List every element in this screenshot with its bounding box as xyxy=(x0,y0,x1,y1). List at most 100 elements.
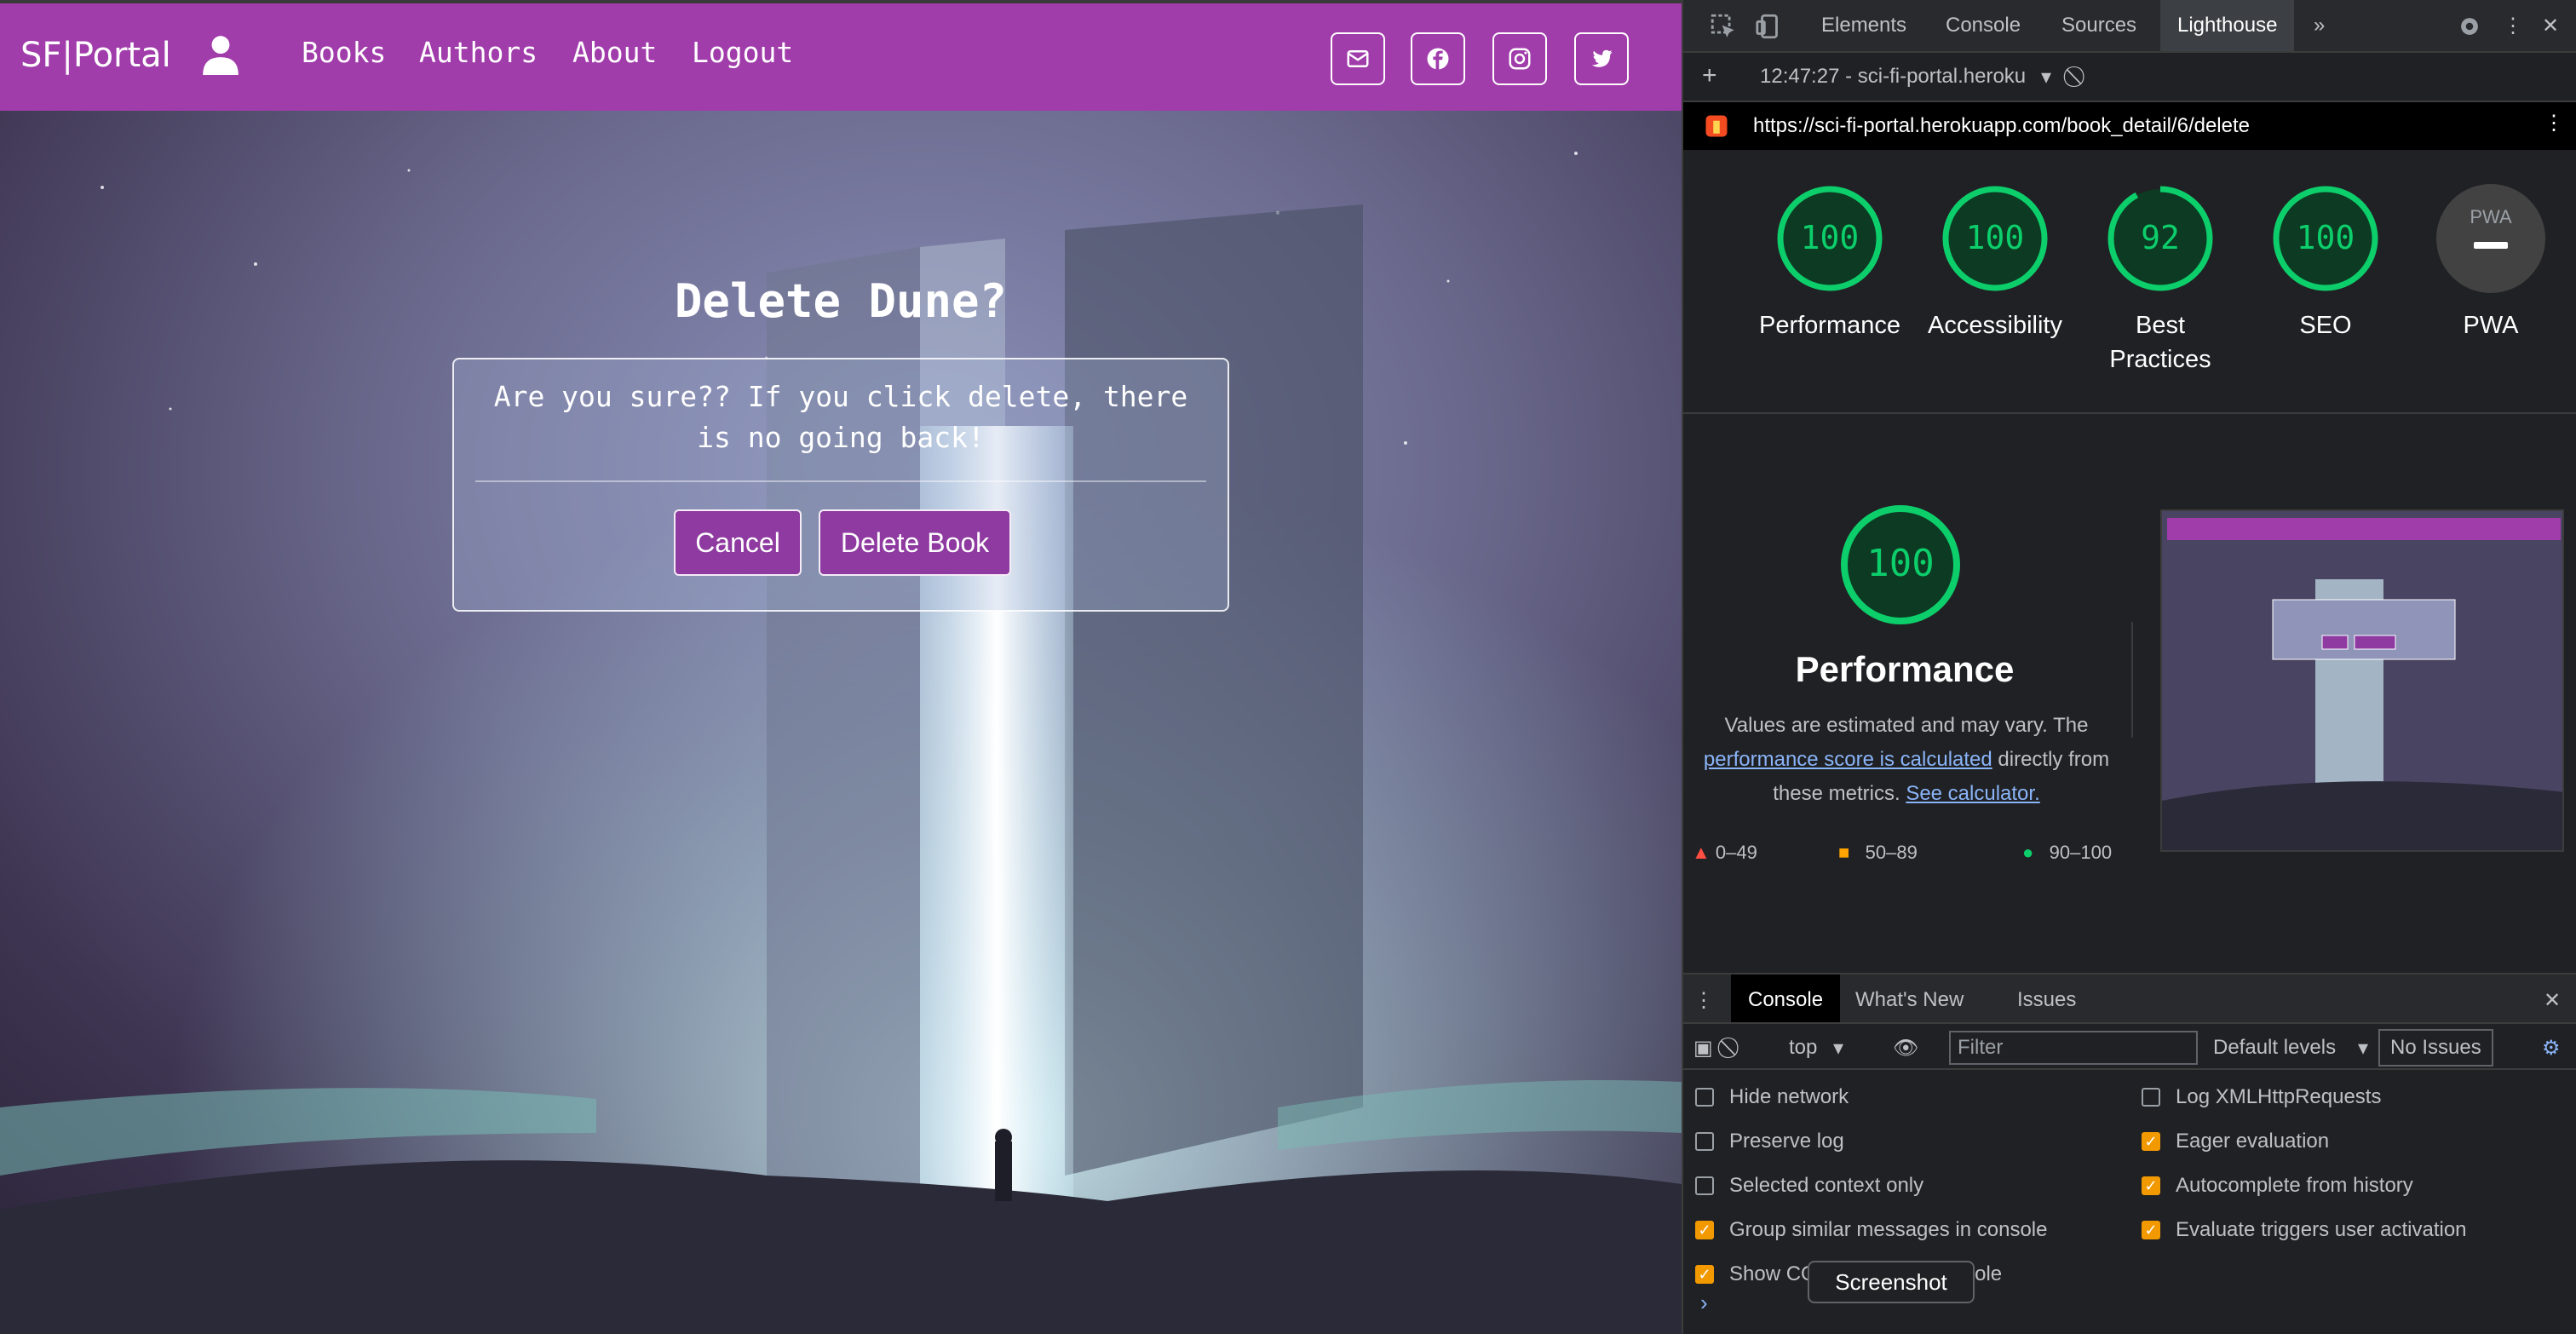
more-options-icon[interactable]: ⋮ xyxy=(2503,14,2523,38)
console-option-right-2[interactable]: ✓ Autocomplete from history xyxy=(2142,1174,2413,1198)
screenshot-tooltip: Screenshot xyxy=(1808,1261,1975,1303)
nav-link-about[interactable]: About xyxy=(572,36,657,69)
console-option-right-1[interactable]: ✓ Eager evaluation xyxy=(2142,1130,2329,1153)
performance-heading: Performance xyxy=(1795,649,2015,689)
console-option-left-1[interactable]: Preserve log xyxy=(1695,1130,1844,1153)
see-calculator-link[interactable]: See calculator. xyxy=(1906,782,2039,805)
twitter-button[interactable] xyxy=(1574,32,1629,85)
nav-link-logout[interactable]: Logout xyxy=(692,36,793,69)
delete-confirmation-dialog: Are you sure?? If you click delete, ther… xyxy=(452,358,1229,612)
console-option-left-2[interactable]: Selected context only xyxy=(1695,1174,1923,1198)
score-calculated-link[interactable]: performance score is calculated xyxy=(1704,748,1992,771)
checkbox-unchecked-icon[interactable] xyxy=(1695,1088,1714,1107)
website-viewport: SF|Portal Books Authors About Logout Del… xyxy=(0,0,1682,1334)
context-selector[interactable]: top xyxy=(1789,1036,1817,1060)
console-option-label: Autocomplete from history xyxy=(2176,1174,2413,1197)
checkbox-checked-icon[interactable]: ✓ xyxy=(2142,1176,2160,1195)
log-levels-dropdown[interactable]: Default levels xyxy=(2213,1036,2336,1060)
nav-link-books[interactable]: Books xyxy=(302,36,386,69)
console-option-left-0[interactable]: Hide network xyxy=(1695,1085,1849,1109)
report-selector[interactable]: 12:47:27 - sci-fi-portal.heroku xyxy=(1760,65,2026,89)
checkbox-unchecked-icon[interactable] xyxy=(1695,1132,1714,1151)
accessibility-label: Accessibility xyxy=(1928,312,2062,339)
new-report-plus-icon[interactable]: + xyxy=(1702,61,1717,90)
console-settings-gear-icon[interactable]: ⚙ xyxy=(2542,1036,2561,1061)
pwa-gauge[interactable]: PWA xyxy=(2435,182,2547,295)
performance-gauge[interactable]: 100 xyxy=(1774,182,1886,295)
console-toolbar: ▣ ⃠ top ▾ 👁 Default levels ▾ No Issues ⚙ xyxy=(1683,1024,2576,1070)
tab-elements[interactable]: Elements xyxy=(1821,14,1906,37)
drawer-tab-console[interactable]: Console xyxy=(1731,975,1841,1022)
settings-gear-icon[interactable] xyxy=(2455,12,2484,41)
console-option-label: Selected context only xyxy=(1729,1174,1924,1197)
accessibility-gauge[interactable]: 100 xyxy=(1939,182,2051,295)
report-url: https://sci-fi-portal.herokuapp.com/book… xyxy=(1753,114,2250,137)
envelope-icon xyxy=(1347,50,1369,67)
legend-average: ■ 50–89 xyxy=(1838,842,1918,864)
legend-fail: ▲ 0–49 xyxy=(1692,842,1757,864)
thumbnail-image xyxy=(2162,511,2562,850)
section-divider xyxy=(1683,412,2576,414)
url-menu-icon[interactable]: ⋮ xyxy=(2544,111,2564,135)
performance-score-value: 100 xyxy=(1801,219,1860,256)
live-expression-eye-icon[interactable]: 👁 xyxy=(1893,1036,1918,1061)
devtools-panel: Elements Console Sources Lighthouse » ⋮ … xyxy=(1682,0,2576,1334)
checkbox-checked-icon[interactable]: ✓ xyxy=(1695,1221,1714,1239)
checkbox-unchecked-icon[interactable] xyxy=(2142,1088,2160,1107)
console-filter-input[interactable] xyxy=(1949,1031,2198,1065)
performance-description: Values are estimated and may vary. The p… xyxy=(1693,709,2119,811)
checkbox-checked-icon[interactable]: ✓ xyxy=(1695,1265,1714,1284)
page-screenshot-thumbnail xyxy=(2160,509,2564,852)
drawer-tab-whats-new[interactable]: What's New xyxy=(1855,988,1964,1012)
devtools-tabbar: Elements Console Sources Lighthouse » ⋮ … xyxy=(1683,0,2576,53)
best-practices-gauge[interactable]: 92 xyxy=(2104,182,2217,295)
user-icon[interactable] xyxy=(199,32,242,75)
seo-score-value: 100 xyxy=(2297,219,2355,256)
legend-average-label: 50–89 xyxy=(1865,842,1918,863)
console-option-right-0[interactable]: Log XMLHttpRequests xyxy=(2142,1085,2381,1109)
dialog-divider xyxy=(475,480,1206,482)
delete-book-button[interactable]: Delete Book xyxy=(819,509,1011,576)
checkbox-unchecked-icon[interactable] xyxy=(1695,1176,1714,1195)
inspect-element-icon[interactable] xyxy=(1709,12,1738,41)
seo-gauge[interactable]: 100 xyxy=(2269,182,2382,295)
drawer-tab-issues[interactable]: Issues xyxy=(2017,988,2076,1012)
average-square-icon: ■ xyxy=(1838,842,1850,863)
instagram-button[interactable] xyxy=(1492,32,1547,85)
best-practices-label: Best Practices xyxy=(2109,312,2211,373)
site-navbar: SF|Portal Books Authors About Logout xyxy=(0,0,1682,111)
pass-circle-icon: ● xyxy=(2022,842,2034,863)
email-button[interactable] xyxy=(1331,32,1385,85)
site-brand-logo[interactable]: SF|Portal xyxy=(20,36,171,75)
drawer-menu-icon[interactable]: ⋮ xyxy=(1693,988,1714,1013)
issues-counter[interactable]: No Issues xyxy=(2378,1029,2493,1067)
console-option-right-3[interactable]: ✓ Evaluate triggers user activation xyxy=(2142,1218,2467,1242)
facebook-button[interactable] xyxy=(1411,32,1465,85)
device-toolbar-icon[interactable] xyxy=(1755,12,1784,41)
nav-link-authors[interactable]: Authors xyxy=(419,36,538,69)
context-dropdown-icon[interactable]: ▾ xyxy=(1833,1036,1843,1061)
sidebar-toggle-icon[interactable]: ▣ xyxy=(1693,1036,1713,1061)
checkbox-checked-icon[interactable]: ✓ xyxy=(2142,1132,2160,1151)
close-drawer-icon[interactable]: ✕ xyxy=(2544,988,2561,1013)
console-prompt-icon[interactable]: › xyxy=(1700,1290,1708,1316)
report-url-bar: https://sci-fi-portal.herokuapp.com/book… xyxy=(1683,102,2576,150)
tab-lighthouse[interactable]: Lighthouse xyxy=(2160,0,2295,51)
accessibility-score-value: 100 xyxy=(1966,219,2025,256)
seo-label: SEO xyxy=(2299,312,2352,339)
drawer-tabbar: ⋮ Console What's New Issues ✕ xyxy=(1683,975,2576,1024)
cancel-button[interactable]: Cancel xyxy=(674,509,802,576)
legend-pass-label: 90–100 xyxy=(2049,842,2113,863)
tab-console[interactable]: Console xyxy=(1946,14,2021,37)
close-devtools-icon[interactable]: ✕ xyxy=(2542,14,2559,38)
report-dropdown-icon[interactable]: ▾ xyxy=(2041,65,2051,89)
log-levels-chevron-icon[interactable]: ▾ xyxy=(2358,1036,2368,1061)
tab-sources[interactable]: Sources xyxy=(2061,14,2136,37)
checkbox-checked-icon[interactable]: ✓ xyxy=(2142,1221,2160,1239)
fail-triangle-icon: ▲ xyxy=(1692,842,1711,863)
console-option-label: Preserve log xyxy=(1729,1130,1844,1153)
console-option-left-3[interactable]: ✓ Group similar messages in console xyxy=(1695,1218,2048,1242)
performance-score-value: 100 xyxy=(1866,542,1934,585)
more-tabs-chevron-icon[interactable]: » xyxy=(2314,14,2325,37)
console-option-label: Hide network xyxy=(1729,1085,1849,1108)
